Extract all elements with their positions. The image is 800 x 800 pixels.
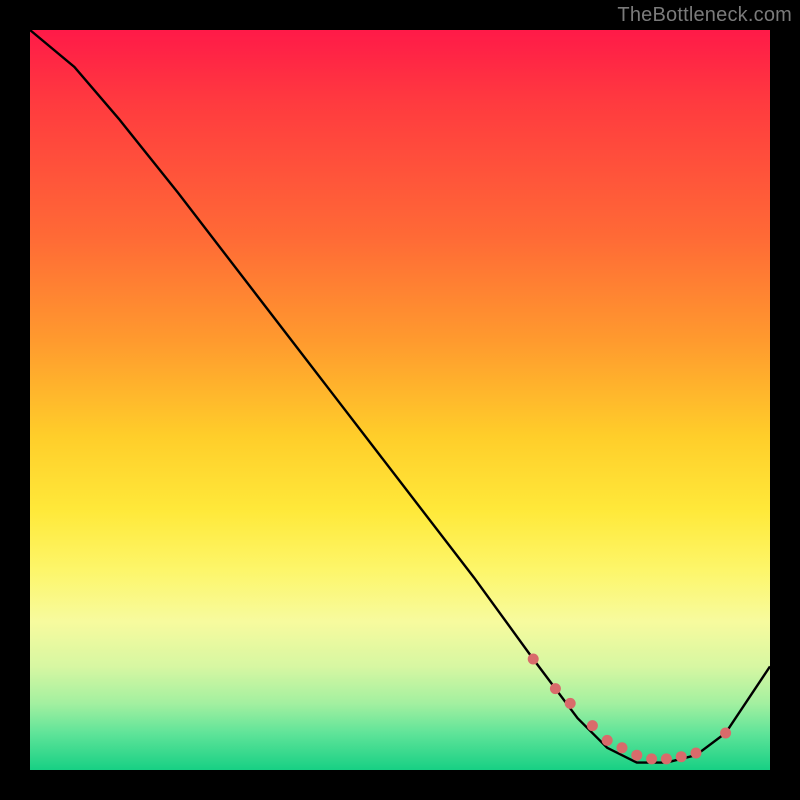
highlight-dot [617,742,628,753]
highlight-dot [602,735,613,746]
highlight-dot [631,750,642,761]
bottleneck-curve [30,30,770,763]
chart-svg [30,30,770,770]
highlight-markers [528,654,731,765]
highlight-dot [528,654,539,665]
plot-area [30,30,770,770]
highlight-dot [587,720,598,731]
highlight-dot [646,753,657,764]
chart-stage: TheBottleneck.com [0,0,800,800]
highlight-dot [550,683,561,694]
highlight-dot [565,698,576,709]
attribution-label: TheBottleneck.com [617,4,792,27]
highlight-dot [676,751,687,762]
highlight-dot [720,728,731,739]
highlight-dot [691,748,702,759]
highlight-dot [661,753,672,764]
